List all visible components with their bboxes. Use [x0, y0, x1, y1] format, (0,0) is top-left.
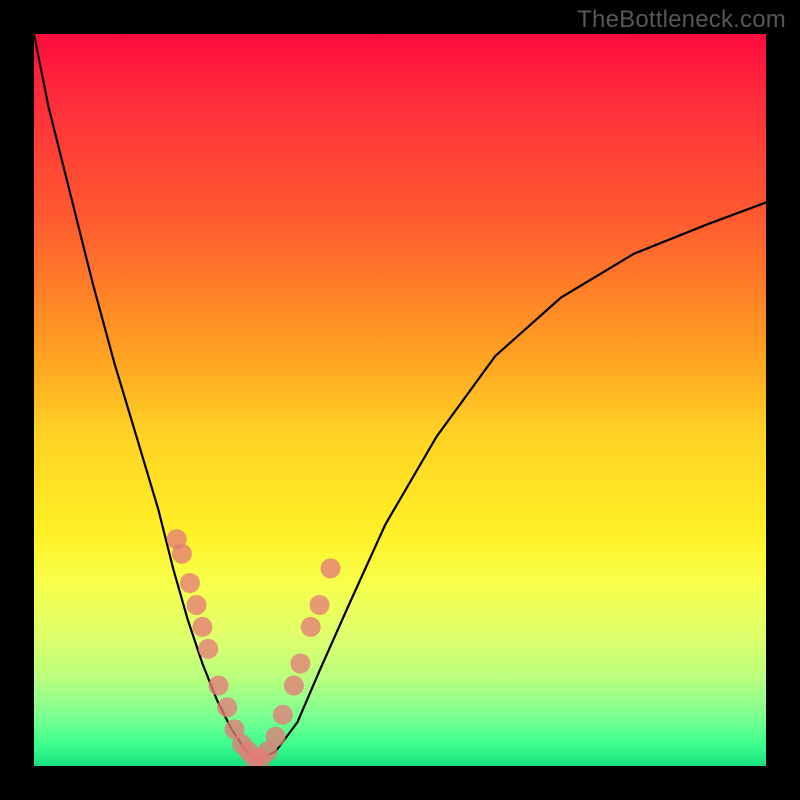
sample-dot — [310, 595, 330, 615]
chart-frame: TheBottleneck.com — [0, 0, 800, 800]
sample-dot — [209, 676, 229, 696]
sample-dot — [290, 654, 310, 674]
bottleneck-curve — [34, 34, 766, 759]
sample-dot — [198, 639, 218, 659]
watermark-label: TheBottleneck.com — [577, 6, 786, 34]
sample-dot — [266, 727, 286, 747]
sample-dot — [172, 544, 192, 564]
sample-dot — [180, 573, 200, 593]
sample-dot — [187, 595, 207, 615]
gradient-plot-area — [34, 34, 766, 766]
chart-svg — [34, 34, 766, 766]
sample-dot — [217, 697, 237, 717]
sample-dot — [321, 558, 341, 578]
sample-dots-group — [167, 529, 341, 766]
sample-dot — [301, 617, 321, 637]
sample-dot — [284, 676, 304, 696]
sample-dot — [273, 705, 293, 725]
sample-dot — [192, 617, 212, 637]
